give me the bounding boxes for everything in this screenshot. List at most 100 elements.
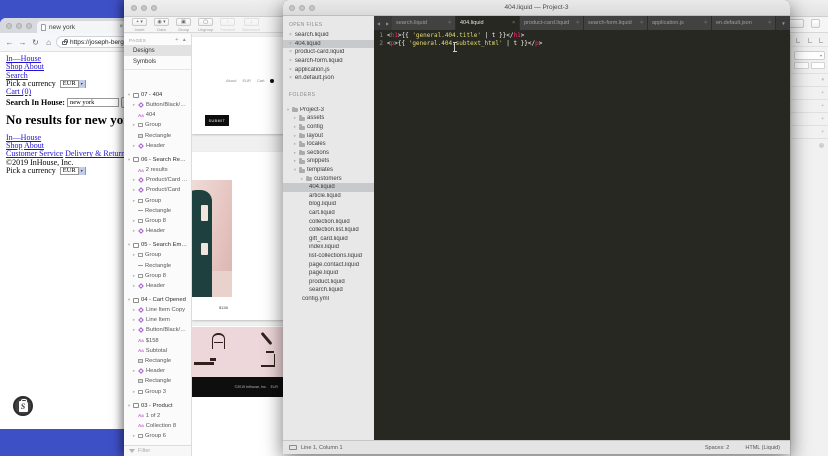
tab-close-icon[interactable]: ×: [704, 20, 707, 26]
close-file-icon[interactable]: ×: [289, 75, 292, 81]
layer-row[interactable]: ▸Group: [124, 120, 191, 130]
inspector-section-row[interactable]: +: [791, 125, 828, 138]
close-file-icon[interactable]: ×: [289, 41, 292, 47]
layer-row[interactable]: AaSubtotal: [124, 346, 191, 356]
folder-item-assets[interactable]: ▸assets: [283, 114, 374, 123]
tab-product-card.liquid[interactable]: product-card.liquid×: [520, 16, 584, 30]
search-input[interactable]: [67, 98, 119, 107]
reload-icon[interactable]: ↻: [30, 38, 41, 47]
tab-search.liquid[interactable]: search.liquid×: [392, 16, 456, 30]
layers-section-header[interactable]: ▾07 - 404: [124, 90, 191, 100]
code-area[interactable]: 1<h1>{{ 'general.404.title' | t }}</h1>2…: [374, 30, 790, 440]
layer-row[interactable]: ▸Product/Card Co…: [124, 175, 191, 185]
layer-row[interactable]: ▸Group 6: [124, 431, 191, 441]
layer-row[interactable]: Rectangle: [124, 376, 191, 386]
close-file-icon[interactable]: ×: [289, 32, 292, 38]
close-window-button[interactable]: [6, 23, 12, 29]
folder-item-snippets[interactable]: ▸snippets: [283, 157, 374, 166]
toolbar-data-button[interactable]: ◉ ▾Data: [154, 18, 169, 32]
folder-item-layout[interactable]: ▸layout: [283, 131, 374, 140]
close-file-icon[interactable]: ×: [289, 49, 292, 55]
page-item-designs[interactable]: Designs: [124, 45, 191, 56]
inspector-section-row[interactable]: +: [791, 112, 828, 125]
inspector-section-row[interactable]: +: [791, 86, 828, 99]
zoom-window-button[interactable]: [26, 23, 32, 29]
layers-section-header[interactable]: ▾03 - Product: [124, 401, 191, 411]
file-item-404.liquid[interactable]: 404.liquid: [283, 183, 374, 192]
home-icon[interactable]: ⌂: [43, 38, 54, 47]
minimize-window-button[interactable]: [141, 5, 147, 11]
open-file-product-card.liquid[interactable]: ×product-card.liquid: [283, 48, 374, 57]
layer-row[interactable]: ▸Header: [124, 281, 191, 291]
layer-row[interactable]: Rectangle: [124, 356, 191, 366]
toolbar-group-button[interactable]: ▣Group: [176, 18, 191, 32]
inspector-section-row[interactable]: ▾: [791, 73, 828, 86]
minimize-window-button[interactable]: [16, 23, 22, 29]
layer-row[interactable]: ▸Button/Black/Sm…: [124, 100, 191, 110]
tab-close-icon[interactable]: ×: [512, 20, 515, 26]
tab-close-icon[interactable]: ×: [576, 20, 579, 26]
zoom-window-button[interactable]: [309, 5, 315, 11]
file-item-collection.list.liquid[interactable]: collection.list.liquid: [283, 226, 374, 235]
layers-filter-bar[interactable]: Filter: [124, 445, 191, 456]
panel-switcher-icon[interactable]: [289, 445, 297, 450]
folder-item-customers[interactable]: ▸customers: [283, 174, 374, 183]
inspector-section-row[interactable]: +: [791, 99, 828, 112]
file-item-search.liquid[interactable]: search.liquid: [283, 286, 374, 295]
layer-row[interactable]: ▸Group 8: [124, 216, 191, 226]
layer-row[interactable]: AaCollection 8: [124, 421, 191, 431]
tab-en.default.json[interactable]: en.default.json×: [712, 16, 776, 30]
product-image[interactable]: [192, 180, 232, 297]
layer-row[interactable]: Rectangle: [124, 260, 191, 270]
toolbar-forward-button[interactable]: ↑Forward: [220, 18, 235, 32]
layer-row[interactable]: ▸Group 8: [124, 271, 191, 281]
file-item-page.contact.liquid[interactable]: page.contact.liquid: [283, 260, 374, 269]
layer-row[interactable]: ▸Line Item Copy: [124, 305, 191, 315]
folder-item-Project-3[interactable]: ▾Project-3: [283, 106, 374, 115]
footer-currency-select[interactable]: EUR▾: [60, 167, 86, 175]
tab-404.liquid[interactable]: 404.liquid×: [456, 16, 520, 30]
open-file-search.liquid[interactable]: ×search.liquid: [283, 31, 374, 40]
folder-item-templates[interactable]: ▾templates: [283, 166, 374, 175]
layer-row[interactable]: ▸Header: [124, 366, 191, 376]
design-submit-button[interactable]: SUBMIT: [205, 115, 229, 126]
layer-row[interactable]: ▸Header: [124, 141, 191, 151]
layer-row[interactable]: ▸Group: [124, 250, 191, 260]
file-item-list-collections.liquid[interactable]: list-collections.liquid: [283, 252, 374, 261]
layers-section-header[interactable]: ▾06 - Search Resu…: [124, 155, 191, 165]
toolbar-mirror-button[interactable]: [788, 19, 804, 28]
layers-section-header[interactable]: ▾04 - Cart Opened: [124, 295, 191, 305]
shopify-badge[interactable]: S: [13, 396, 33, 416]
layer-row[interactable]: ▸Group 3: [124, 387, 191, 397]
close-file-icon[interactable]: ×: [289, 67, 292, 73]
layer-row[interactable]: ▸Product/Card: [124, 185, 191, 195]
layers-section-header[interactable]: ▾05 - Search Empty: [124, 240, 191, 250]
layer-row[interactable]: ▸Header: [124, 226, 191, 236]
currency-select[interactable]: EUR▾: [60, 80, 86, 88]
collapse-pages-icon[interactable]: ▴: [183, 37, 186, 43]
folder-item-locales[interactable]: ▸locales: [283, 140, 374, 149]
tab-close-icon[interactable]: ×: [640, 20, 643, 26]
file-item-config.yml[interactable]: config.yml: [283, 295, 374, 304]
tab-close-icon[interactable]: ×: [448, 20, 451, 26]
tab-overflow-icon[interactable]: ▼: [777, 16, 790, 30]
tab-scroll-left-icon[interactable]: ◀: [374, 16, 383, 30]
close-window-button[interactable]: [131, 5, 137, 11]
folder-item-sections[interactable]: ▸sections: [283, 149, 374, 158]
indentation-setting[interactable]: Spaces: 2: [705, 445, 729, 451]
toolbar-cloud-button[interactable]: [811, 19, 820, 28]
file-item-cart.liquid[interactable]: cart.liquid: [283, 209, 374, 218]
file-item-product.liquid[interactable]: product.liquid: [283, 277, 374, 286]
toolbar-ungroup-button[interactable]: ▢Ungroup: [198, 18, 213, 32]
folder-item-config[interactable]: ▸config: [283, 123, 374, 132]
layer-row[interactable]: Aa2 results: [124, 165, 191, 175]
collection-image[interactable]: [192, 327, 283, 377]
page-item-symbols[interactable]: Symbols: [124, 56, 191, 67]
layer-row[interactable]: Aa1 of 2: [124, 411, 191, 421]
inspector-section-row[interactable]: [791, 138, 828, 151]
align-center-icon[interactable]: [808, 38, 812, 43]
toolbar-backward-button[interactable]: ↓Backward: [242, 18, 260, 32]
tab-close-icon[interactable]: ×: [119, 24, 123, 30]
layer-row[interactable]: Rectangle: [124, 206, 191, 216]
open-file-en.default.json[interactable]: ×en.default.json: [283, 74, 374, 83]
